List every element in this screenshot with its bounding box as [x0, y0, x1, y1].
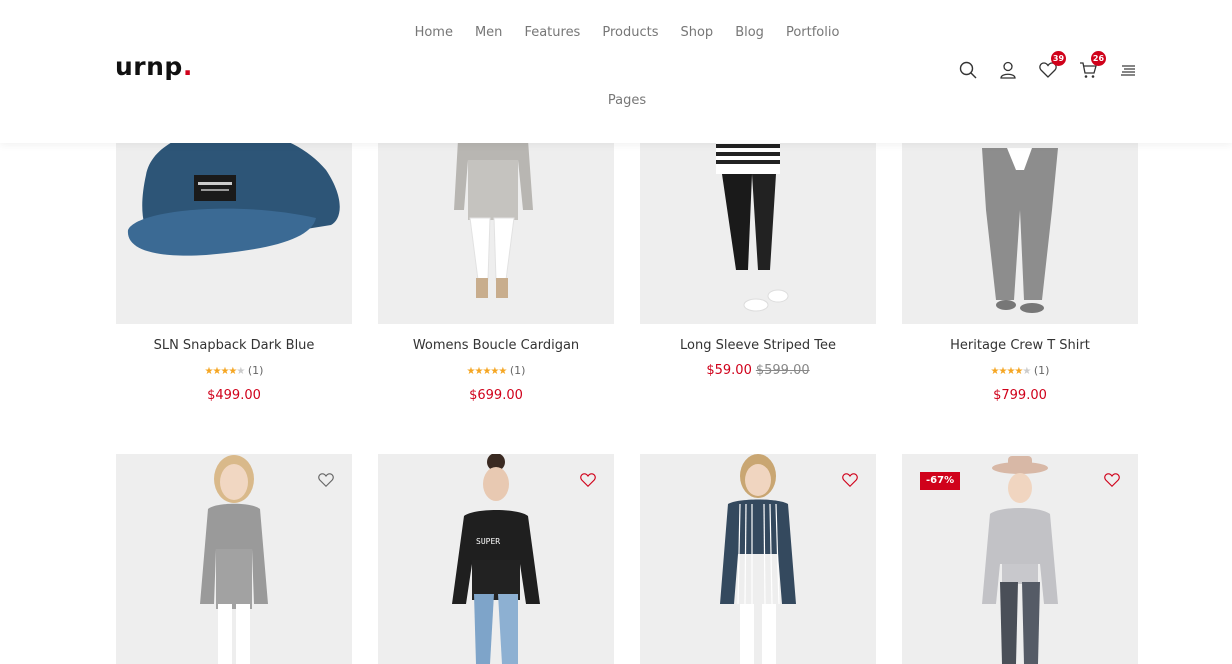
product-title[interactable]: Womens Boucle Cardigan	[378, 338, 614, 353]
svg-text:SUPER: SUPER	[476, 537, 500, 546]
product-price: $699.00	[469, 388, 523, 403]
nav-portfolio[interactable]: Portfolio	[775, 24, 850, 42]
menu-icon[interactable]	[1118, 60, 1138, 80]
sale-badge: -67%	[920, 472, 961, 490]
header-icons: 39 26	[958, 51, 1138, 80]
product-rating: ★★★★★ (1)	[466, 364, 526, 377]
product-title[interactable]: Long Sleeve Striped Tee	[640, 338, 876, 353]
wishlist-count-badge: 39	[1051, 51, 1066, 66]
logo[interactable]: urnp.	[115, 52, 193, 81]
nav-men[interactable]: Men	[464, 24, 513, 42]
wishlist-heart-icon[interactable]	[842, 472, 858, 488]
nav-features[interactable]: Features	[513, 24, 591, 42]
product-title[interactable]: SLN Snapback Dark Blue	[116, 338, 352, 353]
nav-pages[interactable]: Pages	[597, 92, 657, 110]
star-rating-icon: ★★★★★	[990, 366, 1032, 377]
search-icon[interactable]	[958, 60, 978, 80]
star-rating-icon: ★★★★★	[466, 366, 508, 377]
product-old-price: $599.00	[755, 363, 810, 378]
wishlist-icon[interactable]: 39	[1038, 51, 1066, 80]
product-image[interactable]	[640, 454, 876, 664]
star-rating-icon: ★★★★★	[204, 366, 246, 377]
product-rating: ★★★★★ (1)	[204, 364, 264, 377]
cart-count-badge: 26	[1091, 51, 1106, 66]
product-price: $59.00 $599.00	[706, 363, 810, 378]
nav-products[interactable]: Products	[591, 24, 669, 42]
wishlist-heart-icon[interactable]	[580, 472, 596, 488]
wishlist-heart-icon[interactable]	[318, 472, 334, 488]
product-image[interactable]: SUPER	[378, 454, 614, 664]
wishlist-heart-icon[interactable]	[1104, 472, 1120, 488]
product-image[interactable]	[116, 454, 352, 664]
product-price: $799.00	[993, 388, 1047, 403]
cart-icon[interactable]: 26	[1078, 51, 1106, 80]
main-nav: Home Men Features Products Shop Blog Por…	[400, 24, 854, 110]
product-title[interactable]: Heritage Crew T Shirt	[902, 338, 1138, 353]
product-price: $499.00	[207, 388, 261, 403]
product-image[interactable]: -67%	[902, 454, 1138, 664]
nav-home[interactable]: Home	[404, 24, 464, 42]
product-rating: ★★★★★ (1)	[990, 364, 1050, 377]
account-icon[interactable]	[998, 60, 1018, 80]
nav-blog[interactable]: Blog	[724, 24, 775, 42]
nav-shop[interactable]: Shop	[669, 24, 724, 42]
site-header: urnp. Home Men Features Products Shop Bl…	[0, 0, 1232, 143]
